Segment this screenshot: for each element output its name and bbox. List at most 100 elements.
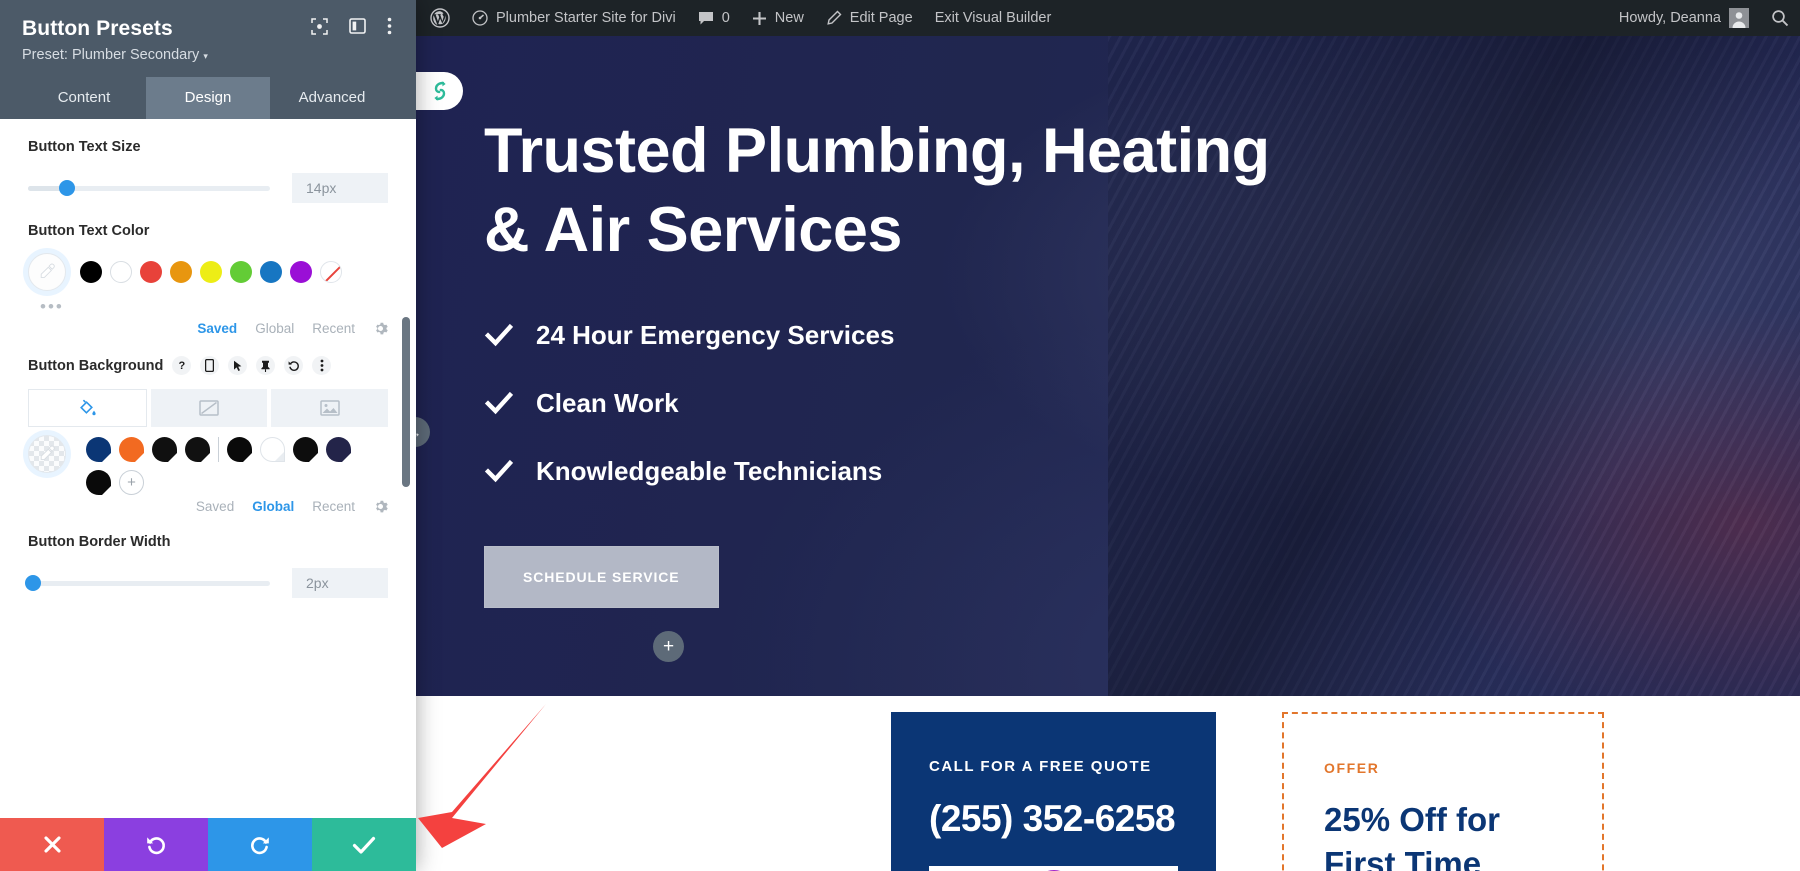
slider-knob[interactable] [58, 180, 75, 197]
field-label: Button Text Size [28, 119, 388, 155]
source-tab-saved[interactable]: Saved [196, 499, 234, 514]
dashboard-icon [472, 10, 488, 26]
button-text-size-row: 14px [28, 155, 388, 204]
site-name-menu[interactable]: Plumber Starter Site for Divi [461, 0, 687, 36]
quote-card-phone[interactable]: (255) 352-6258 [929, 798, 1178, 840]
list-item-label: Clean Work [536, 387, 679, 418]
add-swatch-button[interactable]: + [119, 470, 144, 496]
source-tab-recent[interactable]: Recent [312, 321, 355, 336]
swatch-white[interactable] [110, 261, 132, 284]
add-section-button[interactable]: + [653, 631, 684, 662]
more-swatches-button[interactable]: ••• [28, 291, 388, 317]
background-image-tab[interactable] [271, 389, 389, 428]
account-menu[interactable]: Howdy, Deanna [1608, 0, 1760, 36]
edit-page-label: Edit Page [849, 10, 913, 26]
preset-selector[interactable]: Preset: Plumber Secondary ▾ [22, 47, 394, 77]
check-icon [484, 456, 514, 486]
source-tab-global[interactable]: Global [252, 499, 294, 514]
background-global-swatches: + [28, 427, 388, 496]
text-color-source-tabs: Saved Global Recent [28, 317, 388, 336]
eyedropper-icon[interactable] [28, 253, 66, 292]
swatch-green[interactable] [230, 261, 252, 284]
background-type-tabs [28, 375, 389, 428]
panel-scrollbar[interactable] [402, 317, 410, 488]
list-item: Clean Work [484, 388, 1800, 419]
hero-content: Trusted Plumbing, Heating & Air Services… [416, 36, 1800, 608]
check-icon [484, 388, 514, 418]
new-label: New [774, 10, 804, 26]
field-button-text-size: Button Text Size 14px [0, 119, 416, 204]
redo-button[interactable] [208, 818, 312, 871]
exit-visual-builder[interactable]: Exit Visual Builder [924, 0, 1063, 36]
swatch-blue[interactable] [260, 261, 282, 284]
field-label: Button Border Width [28, 514, 388, 550]
swatch-yellow[interactable] [200, 261, 222, 284]
global-swatch-black-3[interactable] [227, 437, 252, 463]
global-swatch-navy[interactable] [86, 437, 111, 463]
tab-content[interactable]: Content [22, 77, 146, 119]
global-swatch-black-2[interactable] [185, 437, 210, 463]
page-canvas: Trusted Plumbing, Heating & Air Services… [416, 36, 1800, 871]
responsive-phone-icon[interactable] [200, 356, 220, 376]
button-border-width-label: Button Border Width [28, 534, 171, 551]
tab-advanced[interactable]: Advanced [270, 77, 394, 119]
options-icon[interactable] [312, 356, 332, 376]
hover-cursor-icon[interactable] [228, 356, 248, 376]
offer-card-kicker: OFFER [1324, 760, 1380, 776]
hero-bullet-list: 24 Hour Emergency Services Clean Work Kn… [484, 320, 1800, 487]
source-tab-global[interactable]: Global [255, 321, 294, 336]
help-icon[interactable]: ? [172, 356, 192, 376]
swatch-transparent[interactable] [320, 261, 342, 284]
global-swatch-dark-navy[interactable] [326, 437, 351, 463]
background-color-tab[interactable] [28, 389, 147, 428]
button-border-width-slider[interactable] [24, 575, 270, 592]
schedule-service-button[interactable]: SCHEDULE SERVICE [484, 545, 719, 608]
swatch-red[interactable] [140, 261, 162, 284]
gear-icon[interactable] [373, 499, 388, 514]
sticky-pin-icon[interactable] [256, 356, 276, 376]
field-button-text-color: Button Text Color ••• Saved Global Recen… [0, 203, 416, 336]
tab-design[interactable]: Design [146, 77, 270, 120]
global-swatch-black-1[interactable] [152, 437, 177, 463]
gear-icon[interactable] [373, 321, 388, 336]
edit-page-menu[interactable]: Edit Page [815, 0, 924, 36]
swatch-orange[interactable] [170, 261, 192, 284]
slider-knob[interactable] [24, 575, 41, 592]
undo-button[interactable] [104, 818, 208, 871]
check-icon [484, 320, 514, 350]
global-swatch-black-5[interactable] [86, 470, 111, 496]
pencil-icon [827, 10, 842, 25]
text-color-swatches [28, 239, 388, 292]
panel-tabs: Content Design Advanced [22, 77, 394, 120]
focus-icon[interactable] [311, 17, 328, 40]
swatch-purple[interactable] [290, 261, 312, 284]
cancel-button[interactable] [0, 818, 104, 871]
save-button[interactable] [312, 818, 416, 871]
comments-menu[interactable]: 0 [687, 0, 741, 36]
new-content-menu[interactable]: New [741, 0, 815, 36]
redo-icon [251, 836, 269, 854]
global-swatch-orange[interactable] [119, 437, 144, 463]
eyedropper-icon[interactable] [28, 435, 66, 474]
button-text-size-value[interactable]: 14px [292, 173, 388, 204]
wordpress-logo-icon[interactable] [416, 0, 461, 36]
layout-panel-icon[interactable] [349, 18, 366, 39]
source-tab-recent[interactable]: Recent [312, 499, 355, 514]
more-vertical-icon[interactable] [387, 17, 392, 40]
swatch-black[interactable] [80, 261, 102, 284]
source-tab-saved[interactable]: Saved [197, 321, 237, 336]
search-icon[interactable] [1760, 0, 1800, 36]
global-swatch-white[interactable] [260, 437, 285, 463]
howdy-label: Howdy, Deanna [1618, 10, 1721, 26]
swatch-divider [218, 437, 219, 463]
reset-icon[interactable] [284, 356, 304, 376]
button-background-label: Button Background [28, 357, 164, 374]
background-gradient-tab[interactable] [150, 389, 268, 428]
button-text-size-slider[interactable] [28, 180, 270, 197]
panel-title: Button Presets [22, 17, 173, 40]
button-border-width-value[interactable]: 2px [292, 568, 388, 599]
global-swatch-grid: + [86, 435, 358, 496]
panel-body: Button Text Size 14px Button Text Color [0, 119, 416, 818]
divi-logo-icon[interactable] [416, 72, 463, 110]
global-swatch-black-4[interactable] [293, 437, 318, 463]
